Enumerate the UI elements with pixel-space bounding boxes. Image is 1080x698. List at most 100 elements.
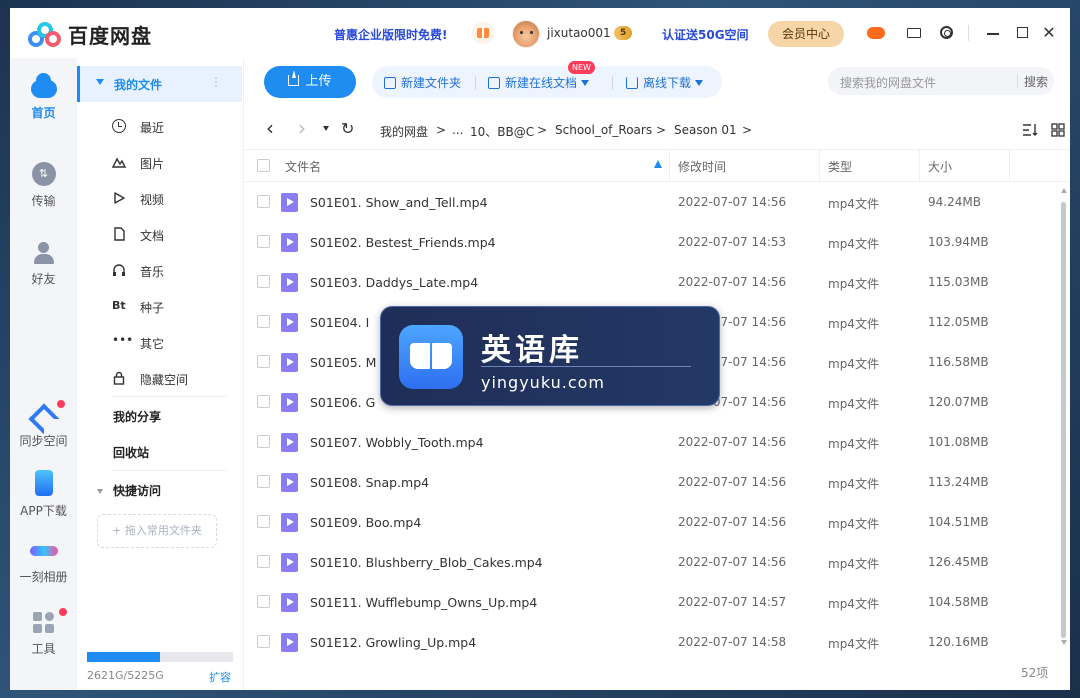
file-name[interactable]: S01E08. Snap.mp4 [310,475,429,490]
file-name[interactable]: S01E02. Bestest_Friends.mp4 [310,235,496,250]
sidebar-item-images[interactable]: 图片 [111,152,232,174]
column-header-type[interactable]: 类型 [828,158,852,175]
enterprise-promo-link[interactable]: 普惠企业版限时免费! [334,26,447,43]
forward-button[interactable]: › [298,116,306,140]
table-row[interactable]: S01E11. Wufflebump_Owns_Up.mp4 2022-07-07… [244,582,1058,622]
row-checkbox[interactable] [257,355,270,368]
nav-item-app-download[interactable]: APP下载 [10,470,77,519]
column-header-name[interactable]: 文件名 [285,158,321,175]
row-checkbox[interactable] [257,395,270,408]
scrollbar-thumb[interactable] [1061,202,1066,638]
table-row[interactable]: S01E02. Bestest_Friends.mp4 2022-07-07 14… [244,222,1058,262]
nav-item-album[interactable]: 一刻相册 [10,540,77,585]
search-input[interactable]: 搜索我的网盘文件 [840,74,936,91]
sidebar-item-others[interactable]: ••• 其它 [112,332,232,354]
sidebar-item-my-files[interactable]: 我的文件 ⋮ [77,66,242,102]
mail-icon[interactable] [905,24,923,42]
table-row[interactable]: S01E01. Show_and_Tell.mp4 2022-07-07 14:5… [244,182,1058,222]
sort-icon[interactable] [1022,123,1038,137]
row-checkbox[interactable] [257,635,270,648]
file-name[interactable]: S01E07. Wobbly_Tooth.mp4 [310,435,484,450]
row-checkbox[interactable] [257,435,270,448]
row-checkbox[interactable] [257,235,270,248]
chevron-down-icon [96,79,104,85]
breadcrumb-item[interactable]: School_of_Roars [555,123,652,137]
breadcrumb-item[interactable]: Season 01 [674,123,737,137]
row-checkbox[interactable] [257,555,270,568]
row-checkbox[interactable] [257,515,270,528]
table-row[interactable]: S01E12. Growling_Up.mp4 2022-07-07 14:58 m… [244,622,1058,662]
file-name[interactable]: S01E12. Growling_Up.mp4 [310,635,476,650]
nav-item-tools[interactable]: 工具 [10,608,77,657]
file-name[interactable]: S01E10. Blushberry_Blob_Cakes.mp4 [310,555,543,570]
breadcrumb-item[interactable]: 我的网盘 [380,123,428,140]
file-name[interactable]: S01E01. Show_and_Tell.mp4 [310,195,488,210]
new-folder-button[interactable]: 新建文件夹 [384,74,461,91]
username[interactable]: jixutao001 [547,26,611,40]
table-row[interactable]: S01E07. Wobbly_Tooth.mp4 2022-07-07 14:56… [244,422,1058,462]
scrollbar[interactable] [1058,186,1070,646]
file-name[interactable]: S01E05. M [310,355,376,370]
breadcrumb-item[interactable]: 10、BB@C [470,123,534,140]
nav-item-friends[interactable]: 好友 [10,242,77,287]
scroll-up-icon[interactable] [1061,188,1067,193]
file-name[interactable]: S01E04. I [310,315,369,330]
column-header-modified[interactable]: 修改时间 [678,158,726,175]
grid-view-icon[interactable] [1051,123,1067,137]
file-name[interactable]: S01E06. G [310,395,375,410]
table-row[interactable]: S01E10. Blushberry_Blob_Cakes.mp4 2022-07… [244,542,1058,582]
refresh-button[interactable]: ↻ [341,119,354,138]
row-checkbox[interactable] [257,315,270,328]
file-name[interactable]: S01E09. Boo.mp4 [310,515,421,530]
sidebar-item-quick-access[interactable]: 快捷访问 [97,482,161,499]
table-row[interactable]: S01E09. Boo.mp4 2022-07-07 14:56 mp4文件 104.… [244,502,1058,542]
sort-ascending-icon[interactable] [654,160,662,168]
search-button[interactable]: 搜索 [1024,73,1048,90]
sidebar-item-recent[interactable]: 最近 [112,116,232,138]
titlebar-divider [968,25,969,41]
table-row[interactable]: S01E08. Snap.mp4 2022-07-07 14:56 mp4文件 113… [244,462,1058,502]
vip-level-badge[interactable]: 5 [614,26,633,40]
sidebar-item-hidden-space[interactable]: 隐藏空间 [112,368,232,390]
nav-item-sync-space[interactable]: 同步空间 [10,400,77,449]
nav-item-home[interactable]: 首页 [10,73,77,121]
game-center-icon[interactable] [867,24,885,42]
sidebar-item-recycle-bin[interactable]: 回收站 [113,444,149,461]
maximize-button[interactable] [1013,24,1031,42]
gift-icon[interactable] [472,22,494,44]
row-checkbox[interactable] [257,475,270,488]
row-checkbox[interactable] [257,195,270,208]
certification-promo-link[interactable]: 认证送50G空间 [662,26,749,43]
sidebar-item-my-share[interactable]: 我的分享 [113,408,161,425]
expand-storage-link[interactable]: 扩容 [209,669,231,685]
file-name[interactable]: S01E03. Daddys_Late.mp4 [310,275,478,290]
breadcrumb-item[interactable]: ... [452,123,463,137]
scroll-down-icon[interactable] [1061,640,1067,645]
row-checkbox[interactable] [257,275,270,288]
member-center-button[interactable]: 会员中心 [768,21,844,47]
offline-download-button[interactable]: 离线下载 [626,74,704,91]
upload-button[interactable]: 上传 [264,66,356,98]
more-vertical-icon[interactable]: ⋮ [210,75,222,89]
row-checkbox[interactable] [257,595,270,608]
sidebar-item-videos[interactable]: 视频 [112,188,232,210]
column-divider [819,150,820,182]
gear-icon[interactable] [937,24,955,42]
video-file-icon [281,553,298,572]
nav-item-transfer[interactable]: ⇅ 传输 [10,162,77,209]
table-row[interactable]: S01E03. Daddys_Late.mp4 2022-07-07 14:56 m… [244,262,1058,302]
close-button[interactable]: ✕ [1040,24,1058,42]
minimize-button[interactable] [984,24,1002,42]
sidebar-item-torrents[interactable]: Bt 种子 [112,296,232,318]
file-name[interactable]: S01E11. Wufflebump_Owns_Up.mp4 [310,595,537,610]
avatar[interactable] [512,20,540,48]
breadcrumb-separator: > [742,123,753,137]
column-header-size[interactable]: 大小 [928,158,952,175]
history-dropdown-icon[interactable] [323,126,329,131]
back-button[interactable]: ‹ [266,116,274,140]
quick-access-drop-zone[interactable]: + 拖入常用文件夹 [97,514,217,548]
sidebar-item-documents[interactable]: 文档 [112,224,232,246]
select-all-checkbox[interactable] [257,159,270,172]
sidebar-item-music[interactable]: 音乐 [112,260,232,282]
new-online-doc-button[interactable]: 新建在线文档 [488,74,590,91]
